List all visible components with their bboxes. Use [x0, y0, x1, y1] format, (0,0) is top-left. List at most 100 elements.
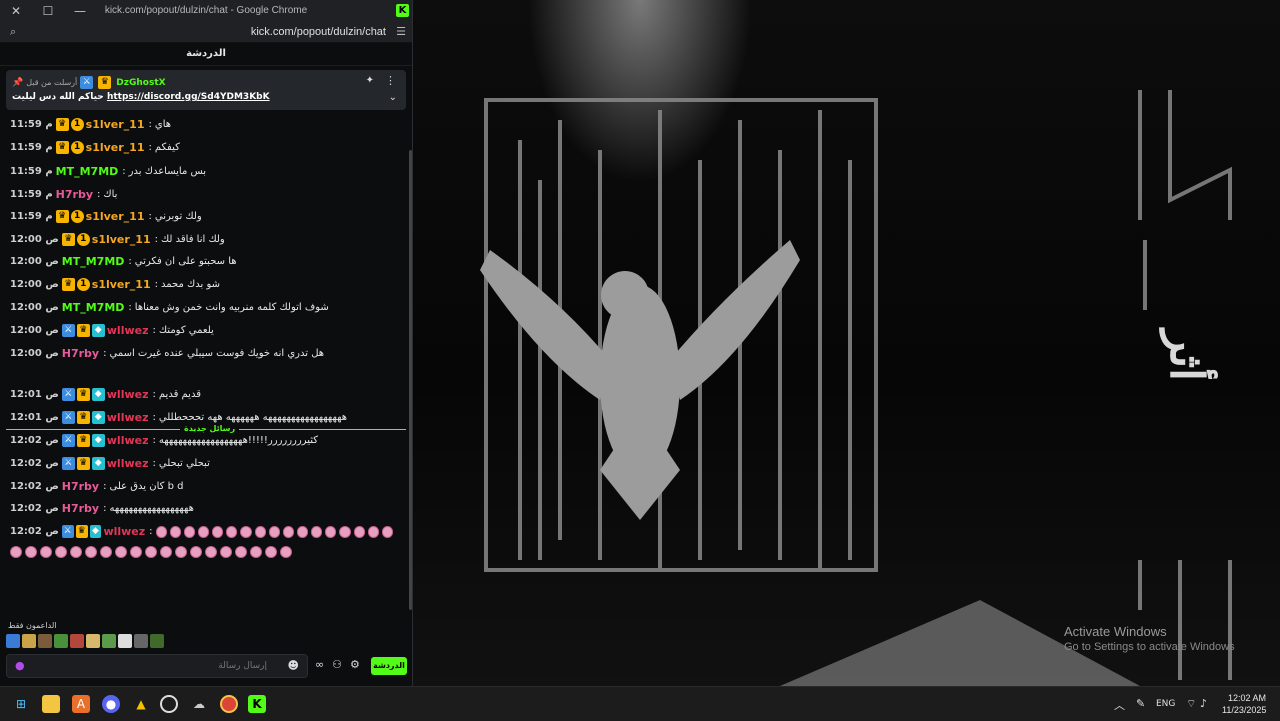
steam-icon[interactable]: ☁	[190, 695, 208, 713]
chat-message[interactable]: 12:02 ص ⚔ ♛ ◆ wllwez: تبحلي تبحلي	[10, 457, 396, 470]
message-timestamp: 12:01 ص	[10, 389, 59, 400]
message-username[interactable]: wllwez	[107, 457, 149, 470]
pinned-message[interactable]: 📌 أرسلت من قبل ⚔ ♛ DzGhostX حياكم الله د…	[6, 70, 406, 110]
clock-time: 12:02 AM	[1227, 693, 1266, 703]
infinity-icon[interactable]: ∞	[315, 658, 324, 671]
chat-message[interactable]: 11:59 م ♛ 1 s1lver_11: كيفكم	[10, 141, 396, 154]
message-username[interactable]: MT_M7MD	[56, 165, 119, 178]
message-username[interactable]: H7rby	[62, 480, 99, 493]
send-chat-button[interactable]: الدردشة	[371, 657, 407, 675]
crown-badge-icon: ♛	[61, 233, 75, 246]
message-username[interactable]: H7rby	[62, 502, 99, 515]
message-text: شوف اتولك كلمه منربيه وانت خمن وش معناها	[134, 302, 329, 313]
message-text: كثيرررررررر!!!!!ههههههههههههههههههه	[158, 435, 319, 446]
app-a-icon[interactable]: A	[72, 695, 90, 713]
zoom-lens-icon[interactable]: ⌕	[10, 25, 16, 39]
volume-icon[interactable]: ♪	[1200, 697, 1207, 710]
chat-message[interactable]: 12:02 ص ⚔ ♛ ◆ wllwez: كثيرررررررر!!!!!ههههههه…	[10, 434, 396, 447]
chat-message[interactable]: 12:00 ص MT_M7MD: شوف اتولك كلمه منربيه وان…	[10, 301, 396, 314]
chat-message[interactable]: 12:00 ص ♛ 1 s1lver_11: ولك انا فاقد لك	[10, 233, 396, 246]
supporter-avatar[interactable]	[38, 634, 52, 648]
url-text[interactable]: kick.com/popout/dulzin/chat	[251, 26, 386, 38]
chat-message[interactable]: 12:01 ص ⚔ ♛ ◆ wllwez: قديم قديم	[10, 388, 396, 401]
supporter-avatar[interactable]	[118, 634, 132, 648]
kick-icon[interactable]: K	[248, 695, 266, 713]
message-username[interactable]: wllwez	[107, 434, 149, 447]
discord-icon[interactable]: ●	[102, 695, 120, 713]
emote-icon	[220, 546, 232, 558]
message-timestamp: 12:00 ص	[10, 234, 59, 245]
emote-icon	[100, 546, 112, 558]
wifi-icon[interactable]: ⌔	[1186, 697, 1196, 711]
file-explorer-icon[interactable]	[42, 695, 60, 713]
message-colon: :	[152, 389, 156, 400]
chat-message[interactable]: 11:59 م H7rby: باك	[10, 188, 396, 201]
chat-message[interactable]: 12:02 ص H7rby: كان يدق على b d	[10, 480, 396, 493]
message-username[interactable]: MT_M7MD	[62, 301, 125, 314]
supporter-avatar[interactable]	[54, 634, 68, 648]
message-username[interactable]: s1lver_11	[86, 210, 145, 223]
message-colon: :	[122, 166, 126, 177]
chat-scrollbar[interactable]	[409, 150, 412, 610]
chat-message[interactable]: 12:02 ص ⚔ ♛ ◆ wllwez:	[10, 525, 396, 538]
emote-icon	[240, 525, 252, 538]
more-options-icon[interactable]: ⋮	[385, 74, 396, 87]
supporter-avatar[interactable]	[134, 634, 148, 648]
settings-gear-icon[interactable]: ⚙	[350, 658, 360, 671]
language-indicator[interactable]: ENG	[1156, 699, 1175, 709]
chat-message[interactable]: 12:01 ص ⚔ ♛ ◆ wllwez: هههههههههههههههههه هههه…	[10, 411, 396, 424]
obs-icon[interactable]	[160, 695, 178, 713]
message-username[interactable]: s1lver_11	[86, 118, 145, 131]
chat-message[interactable]: 11:59 م MT_M7MD: بس مايساعدك بدر	[10, 165, 396, 178]
chat-message-input[interactable]	[35, 657, 269, 675]
chat-message[interactable]: 12:00 ص H7rby: هل تدري انه خويك فوست سيبلي…	[10, 347, 396, 360]
supporter-avatar[interactable]	[150, 634, 164, 648]
message-username[interactable]: H7rby	[56, 188, 93, 201]
message-text: ولك انا فاقد لك	[160, 234, 225, 245]
message-username[interactable]: MT_M7MD	[62, 255, 125, 268]
brave-icon[interactable]: ▲	[132, 695, 150, 713]
supporter-avatar[interactable]	[102, 634, 116, 648]
chat-message[interactable]: 12:00 ص ⚔ ♛ ◆ wllwez: يلعمي كومتك	[10, 324, 396, 337]
message-colon: :	[152, 458, 156, 469]
pinned-text: حياكم الله دس ليليت	[12, 92, 104, 102]
emoji-picker-icon[interactable]: ☻	[288, 659, 299, 672]
supporter-avatar[interactable]	[6, 634, 20, 648]
chat-message[interactable]: 12:00 ص MT_M7MD: ها سحبتو على ان فكرتي	[10, 255, 396, 268]
pinned-link[interactable]: https://discord.gg/Sd4YDM3KbK	[107, 92, 270, 102]
crown-badge-icon: ♛	[55, 141, 69, 154]
chat-message[interactable]: 11:59 م ♛ 1 s1lver_11: هاي	[10, 118, 396, 131]
message-username[interactable]: s1lver_11	[92, 278, 151, 291]
message-text: شو بدك محمد	[160, 279, 221, 290]
message-timestamp: 12:01 ص	[10, 412, 59, 423]
tray-chevron-up-icon[interactable]: ︿	[1114, 697, 1125, 713]
activate-windows-watermark: Activate Windows Go to Settings to activ…	[1064, 624, 1235, 653]
chat-input-bar[interactable]: ● ☻	[6, 654, 308, 678]
message-username[interactable]: wllwez	[103, 525, 145, 538]
unpin-icon[interactable]: ✦	[366, 75, 374, 86]
message-username[interactable]: wllwez	[107, 324, 149, 337]
chrome-icon[interactable]	[220, 695, 238, 713]
windows-start-icon[interactable]: ⊞	[12, 695, 30, 713]
message-username[interactable]: wllwez	[107, 411, 149, 424]
supporter-avatar[interactable]	[70, 634, 84, 648]
message-username[interactable]: wllwez	[107, 388, 149, 401]
chevron-down-icon[interactable]: ⌄	[389, 92, 397, 103]
message-username[interactable]: s1lver_11	[92, 233, 151, 246]
emote-icon	[160, 546, 172, 558]
users-icon[interactable]: ⚇	[332, 658, 342, 671]
message-timestamp: 12:02 ص	[10, 526, 59, 537]
system-clock[interactable]: 12:02 AM 11/23/2025	[1222, 692, 1266, 716]
supporter-avatar[interactable]	[86, 634, 100, 648]
chat-message[interactable]: 12:02 ص H7rby: هههههههههههههههههه	[10, 502, 396, 515]
chat-message-list[interactable]: 11:59 م⚔♛◆wllwez:ديي فترات بس روايت دايم…	[0, 62, 408, 634]
supporter-avatar[interactable]	[22, 634, 36, 648]
chat-message[interactable]: 12:00 ص ♛ 1 s1lver_11: شو بدك محمد	[10, 278, 396, 291]
site-settings-icon[interactable]: ☰	[396, 25, 406, 38]
message-username[interactable]: s1lver_11	[86, 141, 145, 154]
chat-message[interactable]: 11:59 م ♛ 1 s1lver_11: ولك توبرني	[10, 210, 396, 223]
mic-icon[interactable]: ●	[15, 659, 25, 672]
pinned-username[interactable]: DzGhostX	[116, 78, 165, 88]
message-username[interactable]: H7rby	[62, 347, 99, 360]
tray-pen-icon[interactable]: ✎	[1136, 697, 1145, 710]
